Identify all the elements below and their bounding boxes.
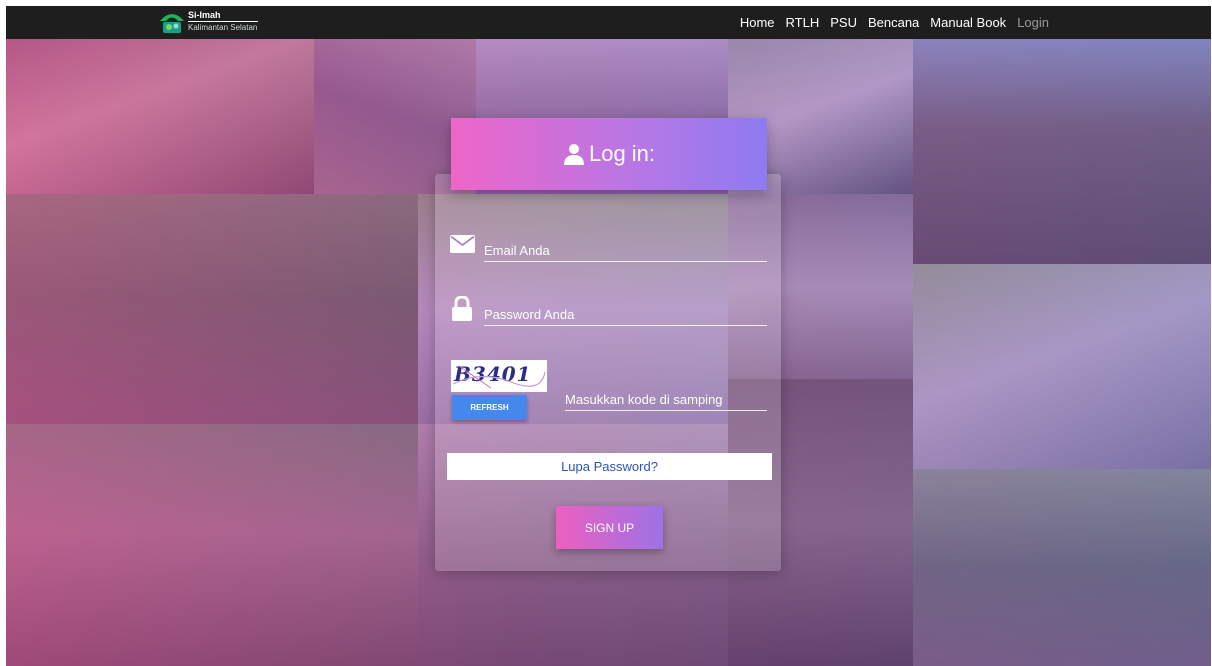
login-card-header: Log in:	[451, 118, 767, 190]
captcha-noise	[452, 365, 546, 389]
lock-icon	[452, 296, 472, 321]
user-icon	[563, 144, 584, 165]
login-title: Log in:	[588, 141, 656, 166]
page-frame: Si-Imah Kalimantan Selatan Home RTLH PSU…	[6, 6, 1211, 666]
nav-bencana[interactable]: Bencana	[868, 15, 919, 30]
forgot-password-button[interactable]: Lupa Password?	[447, 453, 772, 480]
nav-home[interactable]: Home	[740, 15, 775, 30]
house-logo-icon	[160, 14, 184, 33]
brand-name: Si-Imah	[188, 10, 221, 20]
top-navbar: Si-Imah Kalimantan Selatan Home RTLH PSU…	[6, 6, 1211, 39]
captcha-input[interactable]	[565, 389, 767, 411]
nav-login[interactable]: Login	[1017, 15, 1049, 30]
password-input[interactable]	[484, 304, 767, 326]
captcha-refresh-button[interactable]: REFRESH	[452, 395, 527, 420]
brand-divider	[188, 21, 258, 22]
email-input[interactable]	[484, 240, 767, 262]
captcha-image: B3401	[451, 360, 547, 392]
nav-rtlh[interactable]: RTLH	[786, 15, 820, 30]
nav-manual-book[interactable]: Manual Book	[930, 15, 1006, 30]
nav-psu[interactable]: PSU	[830, 15, 857, 30]
sign-up-button[interactable]: SIGN UP	[556, 506, 663, 549]
envelope-icon	[450, 235, 475, 253]
main-nav: Home RTLH PSU Bencana Manual Book Login	[729, 6, 1049, 39]
brand-region: Kalimantan Selatan	[188, 23, 258, 32]
